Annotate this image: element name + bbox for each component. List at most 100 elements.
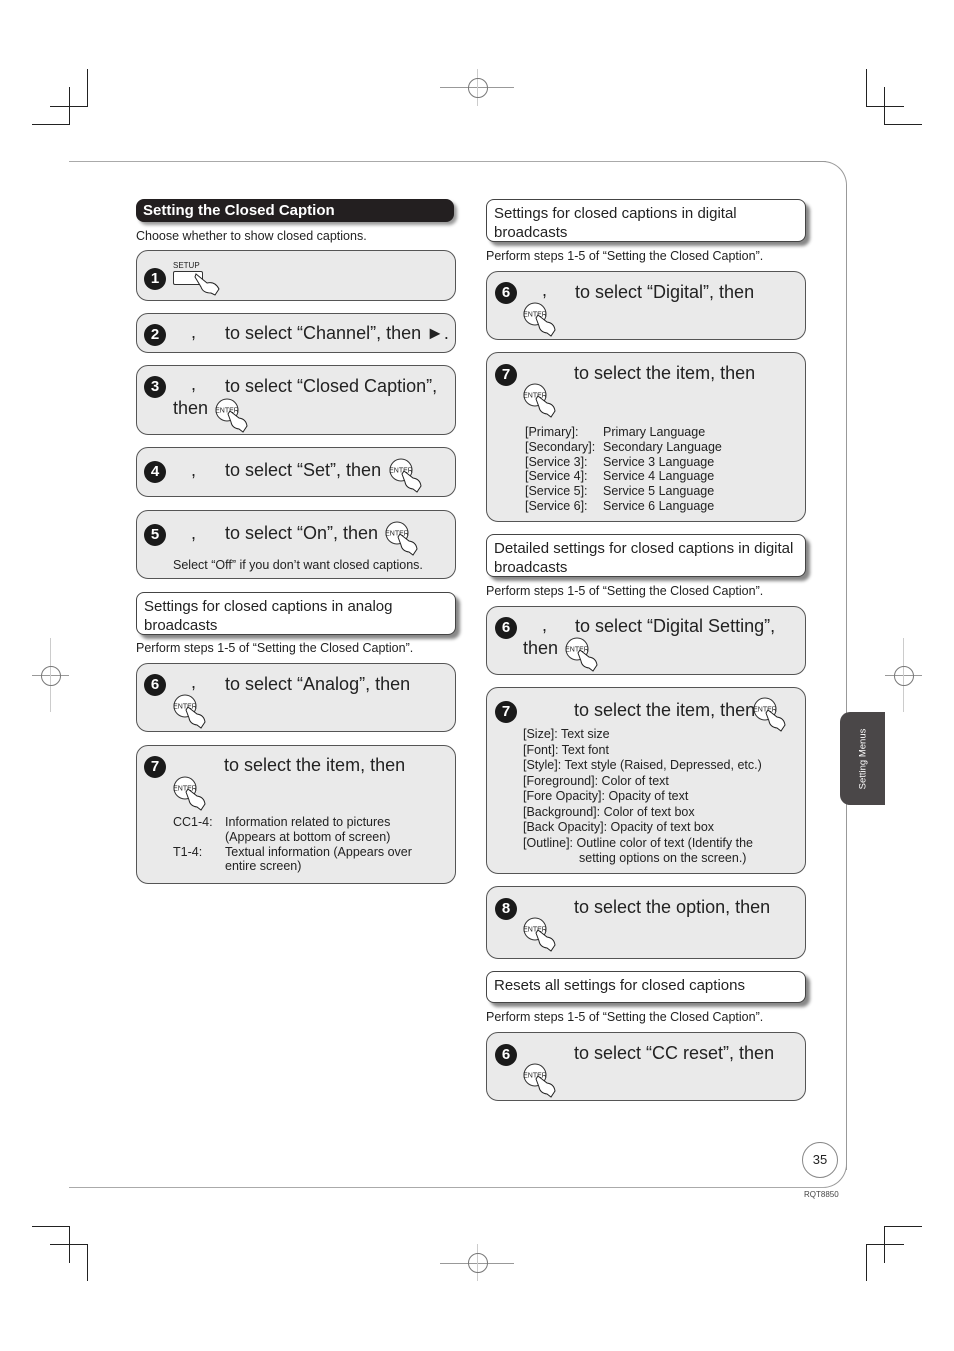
side-tab-label: Setting Menus [857,728,868,789]
svg-text:ENTER: ENTER [389,468,413,475]
step-text: to select the item, then [574,363,756,383]
section-subtitle: Choose whether to show closed captions. [136,229,367,243]
step-text: to select “Set”, then [225,460,382,480]
digital-step-7: 7 to select the item, then ENTER [Primar… [486,352,806,522]
step-text: to select “On”, then [225,523,379,543]
caption-style-list: [Size]: Text size [Font]: Text font [Sty… [523,727,762,867]
digital-header: Settings for closed captions in digital … [486,199,806,242]
comma: , [191,374,197,394]
list-item: (Appears at bottom of screen) [225,829,391,844]
step-2: 2 , to select “Channel”, then ►. [136,313,456,353]
enter-hand-icon: ENTER [173,694,206,729]
list-item: [Primary]: Primary Language [525,425,706,439]
crop-mark [32,1226,70,1227]
list-item: entire screen) [225,859,302,874]
step-text: to select “Analog”, then [225,674,411,694]
step-text: to select “CC reset”, then [574,1043,775,1063]
enter-hand-icon: ENTER [523,383,556,418]
analog-step-7: 7 to select the item, then ENTER CC1-4: I… [136,745,456,884]
step-4: 4 , to select “Set”, then ENTER [136,447,456,497]
step-number: 3 [144,376,166,398]
enter-button[interactable]: ENTER [173,776,207,812]
detailed-step-8: 8 to select the option, then ENTER [486,886,806,959]
enter-hand-icon: ENTER [389,458,422,493]
step-number: 8 [495,898,517,920]
list-item: [Background]: Color of text box [523,804,695,819]
perform-note: Perform steps 1-5 of “Setting the Closed… [136,641,414,655]
step-text: to select the item, then [224,755,406,775]
crop-mark [32,124,70,125]
crop-mark [884,1226,922,1227]
crop-mark [884,124,922,125]
step-number: 6 [495,617,517,639]
enter-button[interactable]: ENTER [523,1063,557,1099]
step-text: to select “Closed Caption”, [225,376,438,396]
list-item: [Service 6]: Service 6 Language [525,498,715,513]
enter-button[interactable]: ENTER [389,458,423,494]
step-number: 4 [144,461,166,483]
list-item: [Size]: Text size [523,727,610,741]
svg-text:ENTER: ENTER [523,927,547,934]
step-3: 3 , to select “Closed Caption”, then ENT… [136,365,456,435]
crop-mark [69,87,70,124]
pressing-hand-icon [194,273,220,296]
svg-text:ENTER: ENTER [523,312,547,319]
list-item: [Foreground]: Color of text [523,773,669,788]
list-item: [Style]: Text style (Raised, Depressed, … [523,758,762,772]
perform-note: Perform steps 1-5 of “Setting the Closed… [486,249,764,263]
side-tab[interactable]: Setting Menus [840,712,885,805]
svg-text:ENTER: ENTER [753,707,777,714]
crop-mark [87,1244,88,1281]
crop-mark [866,1244,867,1281]
enter-button[interactable]: ENTER [523,917,557,953]
step-number: 2 [144,324,166,346]
list-item: [Service 3]: Service 3 Language [525,454,715,469]
analog-header: Settings for closed captions in analog b… [136,592,456,635]
reset-header: Resets all settings for closed captions [486,971,806,1003]
step-number: 6 [144,674,166,696]
step-text-2: then [173,398,209,418]
analog-step-6: 6 , to select “Analog”, then ENTER [136,663,456,732]
enter-button[interactable]: ENTER [215,398,249,434]
step-1: 1 SETUP [136,250,456,301]
enter-button[interactable]: ENTER [523,383,557,419]
svg-text:ENTER: ENTER [523,393,547,400]
detailed-step-7: 7 to select the item, then ENTER [Size]:… [486,687,806,874]
list-item: [Fore Opacity]: Opacity of text [523,789,689,803]
enter-hand-icon: ENTER [385,521,418,556]
step-number: 7 [495,364,517,386]
crop-mark [866,106,904,107]
page-frame-top [69,161,826,162]
step-number: 6 [495,1044,517,1066]
comma: , [191,322,197,342]
caption-mode-list: CC1-4: Information related to pictures (A… [173,815,412,874]
comma: , [191,672,197,692]
document-code: RQT8850 [804,1190,839,1199]
enter-button[interactable]: ENTER [173,694,207,730]
crop-mark [866,69,867,106]
enter-button[interactable]: ENTER [565,637,599,673]
digital-step-6: 6 , to select “Digital”, then ENTER [486,271,806,340]
page-frame-right [846,200,847,1170]
step-text: to select “Channel”, then ►. [225,323,449,343]
list-item: [Service 5]: Service 5 Language [525,484,715,499]
page-number: 35 [802,1142,838,1178]
step-text: to select “Digital Setting”, [575,616,776,636]
detailed-header: Detailed settings for closed captions in… [486,534,806,577]
svg-text:ENTER: ENTER [215,408,239,415]
enter-button[interactable]: ENTER [385,521,419,557]
comma: , [542,615,548,635]
crop-mark [50,1244,88,1245]
setup-label: SETUP [173,261,200,270]
enter-hand-icon: ENTER [215,398,248,433]
enter-hand-icon: ENTER [523,302,556,337]
enter-hand-icon: ENTER [523,1063,556,1098]
comma: , [191,523,197,543]
svg-text:ENTER: ENTER [385,531,409,538]
page-frame-corner [800,161,847,208]
step-text: to select the option, then [574,897,771,917]
list-item: [Back Opacity]: Opacity of text box [523,820,715,834]
enter-button[interactable]: ENTER [523,302,557,338]
list-item: [Service 4]: Service 4 Language [525,469,715,484]
enter-hand-icon: ENTER [523,917,556,952]
